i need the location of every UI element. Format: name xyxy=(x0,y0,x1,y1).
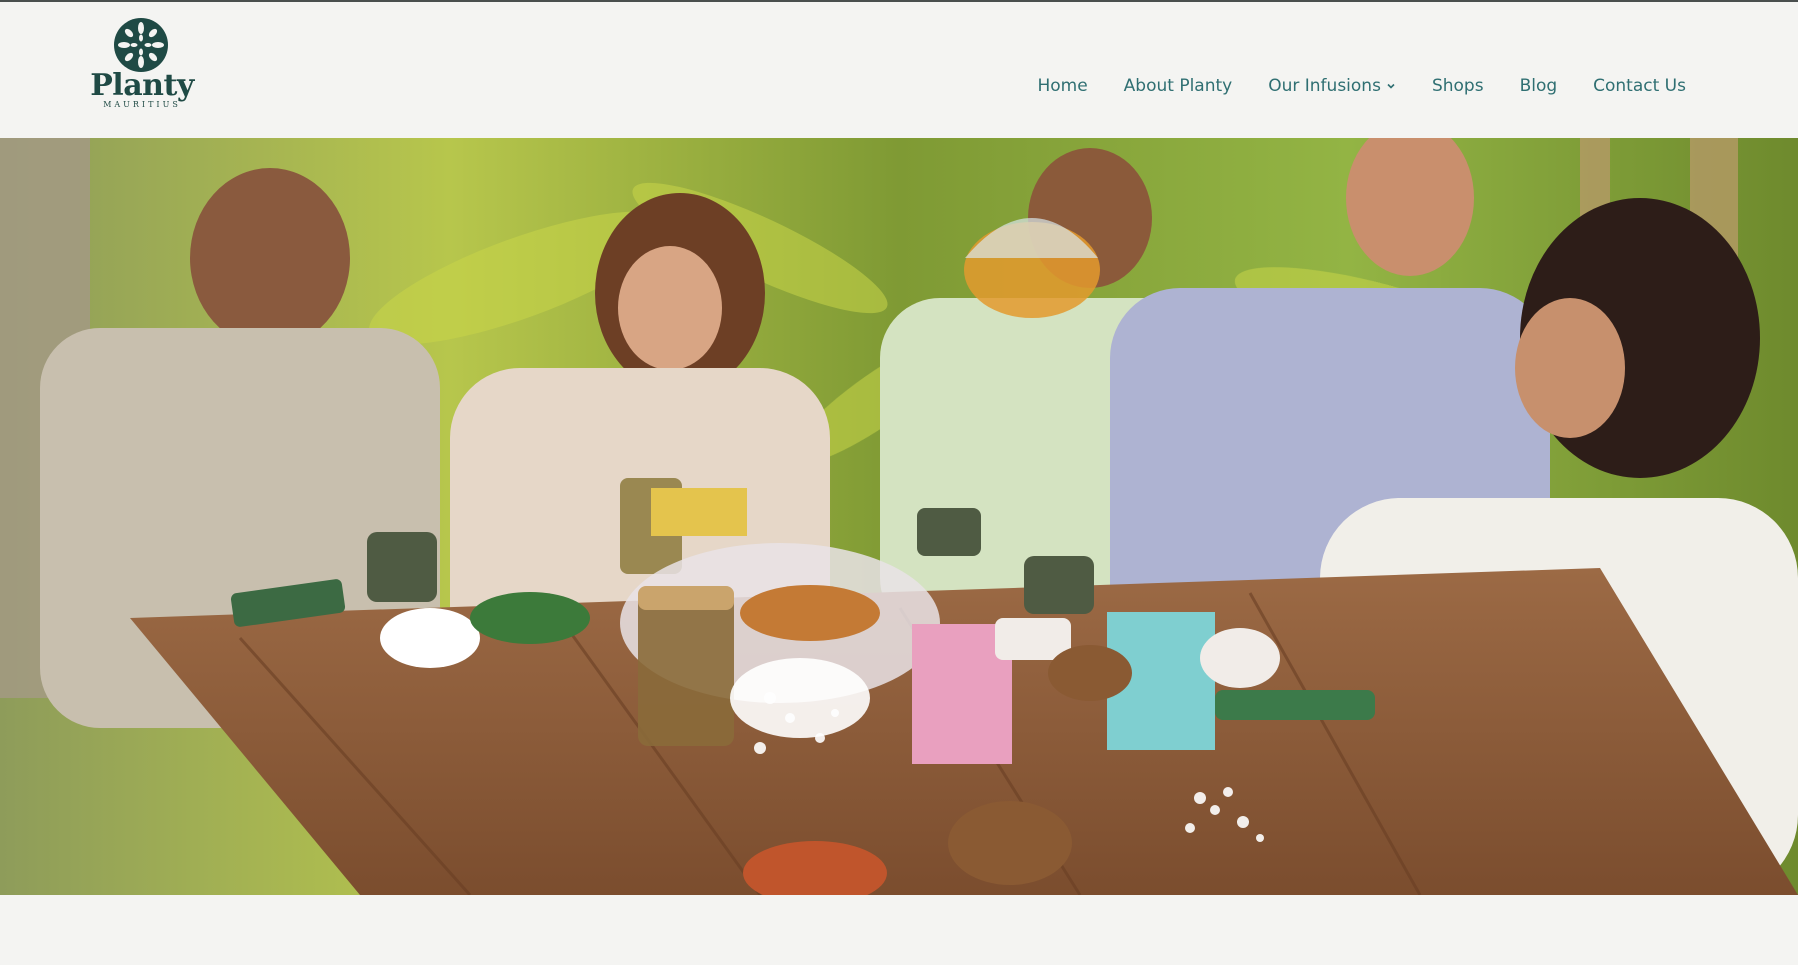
hero-banner xyxy=(0,138,1798,895)
site-header: Planty MAURITIUS Home About Planty Our I… xyxy=(0,2,1798,138)
nav-our-infusions[interactable]: Our Infusions xyxy=(1268,76,1396,96)
nav-contact-us[interactable]: Contact Us xyxy=(1593,76,1686,96)
nav-about-label: About Planty xyxy=(1123,76,1233,96)
page-body-start xyxy=(0,895,1798,965)
nav-home[interactable]: Home xyxy=(1037,76,1087,96)
nav-shops[interactable]: Shops xyxy=(1432,76,1484,96)
nav-infusions-label: Our Infusions xyxy=(1268,76,1381,96)
brand-name: Planty xyxy=(90,68,194,103)
main-navigation: Home About Planty Our Infusions Shops Bl… xyxy=(1037,76,1686,96)
chevron-down-icon xyxy=(1387,83,1395,89)
nav-shops-label: Shops xyxy=(1431,76,1484,96)
nav-blog[interactable]: Blog xyxy=(1520,76,1558,96)
friends-tea-table-photo xyxy=(0,138,1798,895)
nav-blog-label: Blog xyxy=(1519,76,1558,96)
nav-about-planty[interactable]: About Planty xyxy=(1124,76,1233,96)
brand-logo[interactable]: Planty MAURITIUS xyxy=(86,16,198,112)
nav-contact-label: Contact Us xyxy=(1593,76,1686,96)
nav-home-label: Home xyxy=(1037,76,1088,96)
brand-tagline: MAURITIUS xyxy=(103,100,181,109)
leaf-mandala-icon xyxy=(114,18,168,72)
